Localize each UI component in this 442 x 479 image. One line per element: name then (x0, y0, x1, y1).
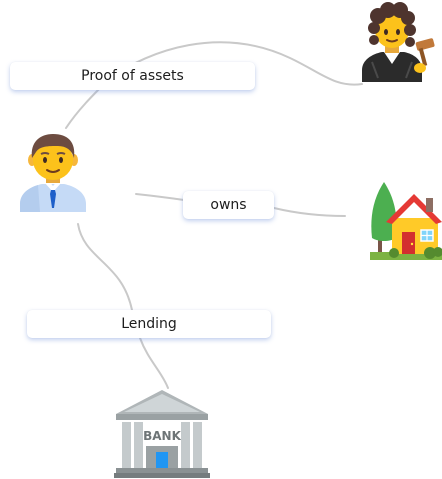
node-judge[interactable] (358, 2, 438, 82)
node-person[interactable] (18, 132, 88, 212)
judge-icon (362, 2, 435, 82)
edge-label-owns[interactable]: owns (183, 191, 274, 219)
node-bank[interactable]: BANK (114, 386, 210, 478)
edge-owns-right (273, 207, 346, 217)
bank-sign-text: BANK (143, 429, 181, 443)
edge-label-lending[interactable]: Lending (27, 310, 271, 338)
man-office-worker-icon (20, 134, 86, 212)
edge-lending-bottom (139, 337, 169, 389)
bank-icon: BANK (114, 390, 210, 478)
house-with-garden-icon (370, 182, 442, 260)
edge-label-proof-of-assets[interactable]: Proof of assets (10, 62, 255, 90)
edge-lending-top (77, 223, 133, 311)
node-house[interactable] (370, 180, 442, 260)
edge-owns-left (135, 193, 185, 201)
